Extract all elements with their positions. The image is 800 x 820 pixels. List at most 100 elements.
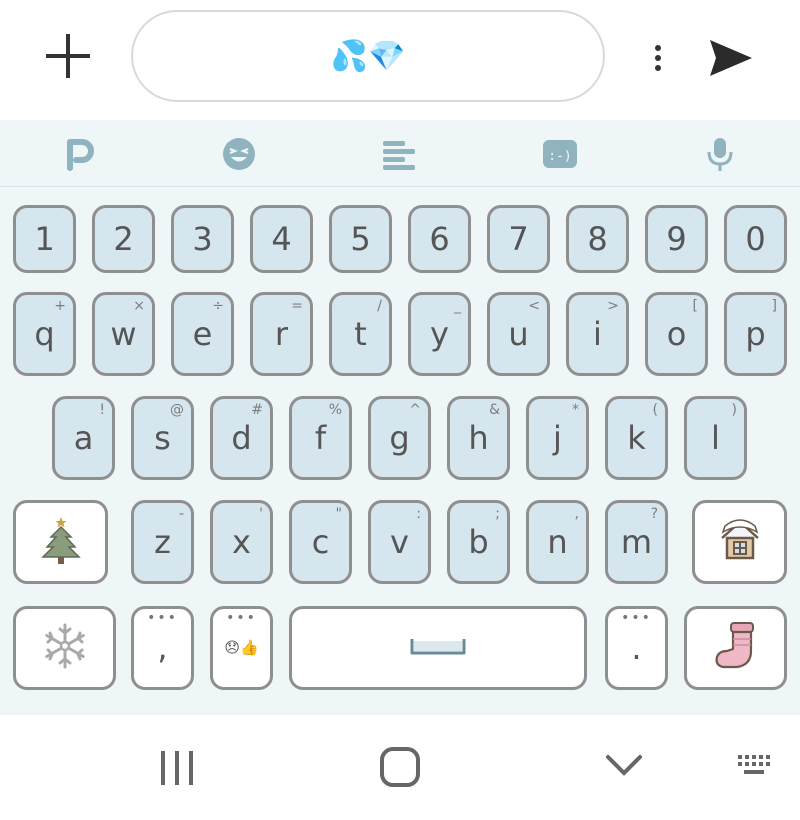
svg-text::-): :-) xyxy=(548,149,571,164)
key-alt-label: = xyxy=(291,298,303,314)
key-alt-label: × xyxy=(133,298,145,314)
key-6[interactable]: 6 xyxy=(408,205,471,273)
key-label: 9 xyxy=(666,220,687,258)
symbols-key[interactable] xyxy=(13,606,116,690)
key-s[interactable]: @ s xyxy=(131,396,194,480)
key-0[interactable]: 0 xyxy=(724,205,787,273)
key-alt-label: @ xyxy=(170,402,184,418)
key-p[interactable]: ] p xyxy=(724,292,787,376)
period-key[interactable]: ••• . xyxy=(605,606,668,690)
key-l[interactable]: ) l xyxy=(684,396,747,480)
key-o[interactable]: [o xyxy=(645,292,708,376)
key-q[interactable]: + q xyxy=(13,292,76,376)
key-k[interactable]: (k xyxy=(605,396,668,480)
key-8[interactable]: 8 xyxy=(566,205,629,273)
key-alt-label: " xyxy=(335,506,342,522)
key-label: 3 xyxy=(192,220,213,258)
key-t[interactable]: / t xyxy=(329,292,392,376)
keyboard-icon[interactable] xyxy=(736,753,776,783)
key-b[interactable]: ; b xyxy=(447,500,510,584)
key-d[interactable]: # d xyxy=(210,396,273,480)
key-u[interactable]: < u xyxy=(487,292,550,376)
key-z[interactable]: -z xyxy=(131,500,194,584)
key-alt-label: ( xyxy=(652,402,658,418)
key-g[interactable]: ^ g xyxy=(368,396,431,480)
key-label: s xyxy=(154,419,171,457)
key-label: p xyxy=(745,315,766,353)
key-label: 0 xyxy=(745,220,766,258)
key-9[interactable]: 9 xyxy=(645,205,708,273)
emoji-face-icon[interactable] xyxy=(219,134,259,174)
key-f[interactable]: % f xyxy=(289,396,352,480)
key-label: q xyxy=(34,315,55,353)
key-label: m xyxy=(620,523,653,561)
key-a[interactable]: ! a xyxy=(52,396,115,480)
key-w[interactable]: × w xyxy=(92,292,155,376)
key-v[interactable]: :v xyxy=(368,500,431,584)
p-logo-icon[interactable] xyxy=(60,134,100,174)
snowflake-icon xyxy=(40,621,90,675)
key-label: a xyxy=(73,419,94,457)
shift-key[interactable] xyxy=(13,500,108,584)
key-y[interactable]: _ y xyxy=(408,292,471,376)
emoji-label: 😞👍 xyxy=(224,638,259,657)
backspace-key[interactable] xyxy=(692,500,787,584)
key-label: l xyxy=(711,419,720,457)
key-4[interactable]: 4 xyxy=(250,205,313,273)
key-j[interactable]: * j xyxy=(526,396,589,480)
key-h[interactable]: & h xyxy=(447,396,510,480)
key-3[interactable]: 3 xyxy=(171,205,234,273)
key-alt-label: ^ xyxy=(409,402,421,418)
house-icon xyxy=(716,516,764,568)
more-vertical-icon[interactable] xyxy=(644,40,672,76)
comma-key[interactable]: ••• , xyxy=(131,606,194,690)
key-label: b xyxy=(468,523,489,561)
key-2[interactable]: 2 xyxy=(92,205,155,273)
emoji-key[interactable]: ••• 😞👍 xyxy=(210,606,273,690)
key-alt-label: % xyxy=(328,402,342,418)
key-label: v xyxy=(390,523,409,561)
key-c[interactable]: " c xyxy=(289,500,352,584)
space-key[interactable] xyxy=(289,606,587,690)
key-alt-label: ' xyxy=(259,506,263,522)
home-icon[interactable] xyxy=(379,746,421,788)
key-n[interactable]: ,n xyxy=(526,500,589,584)
microphone-icon[interactable] xyxy=(700,134,740,174)
key-label: d xyxy=(231,419,252,457)
key-1[interactable]: 1 xyxy=(13,205,76,273)
navigation-bar xyxy=(0,715,800,820)
key-7[interactable]: 7 xyxy=(487,205,550,273)
key-label: h xyxy=(468,419,489,457)
message-input[interactable]: 💦💎 xyxy=(131,10,605,102)
key-e[interactable]: ÷ e xyxy=(171,292,234,376)
space-bar-icon xyxy=(408,633,468,663)
message-bar: 💦💎 xyxy=(0,0,800,120)
recent-apps-icon[interactable] xyxy=(156,749,198,787)
emoticon-icon[interactable]: :-) xyxy=(540,134,580,174)
key-x[interactable]: ' x xyxy=(210,500,273,584)
key-m[interactable]: ? m xyxy=(605,500,668,584)
key-5[interactable]: 5 xyxy=(329,205,392,273)
key-i[interactable]: > i xyxy=(566,292,629,376)
key-label: 1 xyxy=(34,220,55,258)
key-alt-label: _ xyxy=(454,298,461,314)
key-label: n xyxy=(547,523,568,561)
plus-icon[interactable] xyxy=(38,26,98,86)
send-icon[interactable] xyxy=(700,28,760,88)
key-label: 2 xyxy=(113,220,134,258)
more-dots: ••• xyxy=(147,610,178,626)
key-label: w xyxy=(110,315,137,353)
key-label: , xyxy=(157,629,168,667)
key-r[interactable]: = r xyxy=(250,292,313,376)
key-alt-label: ? xyxy=(650,506,658,522)
key-label: r xyxy=(274,315,289,353)
back-chevron-icon[interactable] xyxy=(604,751,644,781)
keyboard-toolbar: :-) xyxy=(0,120,800,187)
key-label: 8 xyxy=(587,220,608,258)
text-align-icon[interactable] xyxy=(379,134,419,174)
key-label: g xyxy=(389,419,410,457)
enter-key[interactable] xyxy=(684,606,787,690)
key-label: 5 xyxy=(350,220,371,258)
key-label: t xyxy=(354,315,367,353)
key-alt-label: > xyxy=(607,298,619,314)
